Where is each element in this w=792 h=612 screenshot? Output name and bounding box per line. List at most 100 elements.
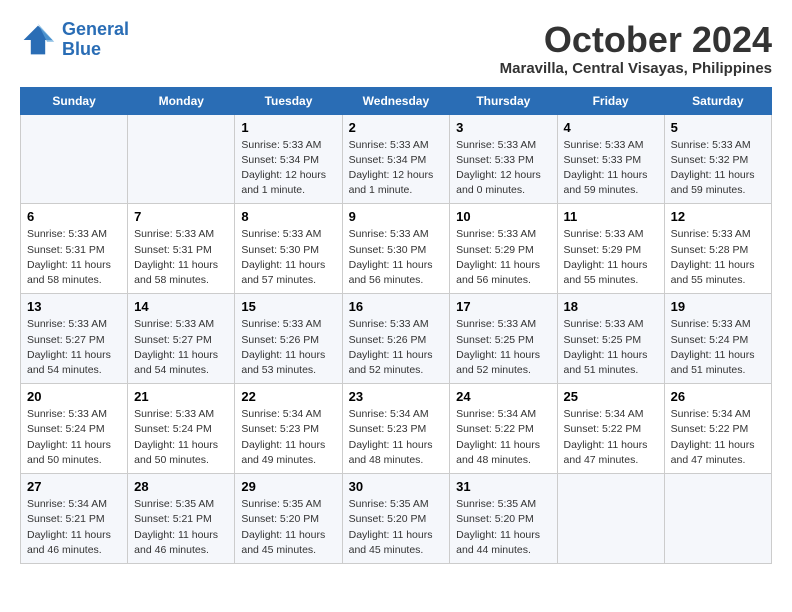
day-info: Sunrise: 5:33 AMSunset: 5:30 PMDaylight:… xyxy=(349,227,444,288)
day-info: Sunrise: 5:34 AMSunset: 5:22 PMDaylight:… xyxy=(671,407,765,468)
calendar-header: Sunday Monday Tuesday Wednesday Thursday… xyxy=(21,87,772,114)
calendar-cell: 27 Sunrise: 5:34 AMSunset: 5:21 PMDayligh… xyxy=(21,474,128,564)
calendar-cell: 31 Sunrise: 5:35 AMSunset: 5:20 PMDayligh… xyxy=(450,474,557,564)
day-number: 15 xyxy=(241,299,335,314)
calendar-cell: 23 Sunrise: 5:34 AMSunset: 5:23 PMDayligh… xyxy=(342,384,450,474)
day-number: 27 xyxy=(27,479,121,494)
day-number: 1 xyxy=(241,120,335,135)
calendar-cell: 20 Sunrise: 5:33 AMSunset: 5:24 PMDayligh… xyxy=(21,384,128,474)
day-info: Sunrise: 5:33 AMSunset: 5:25 PMDaylight:… xyxy=(564,317,658,378)
day-info: Sunrise: 5:33 AMSunset: 5:24 PMDaylight:… xyxy=(27,407,121,468)
calendar-week-2: 6Sunrise: 5:33 AMSunset: 5:31 PMDaylight… xyxy=(21,204,772,294)
logo: General Blue xyxy=(20,20,129,60)
calendar-cell: 13 Sunrise: 5:33 AMSunset: 5:27 PMDayligh… xyxy=(21,294,128,384)
calendar-cell: 1 Sunrise: 5:33 AMSunset: 5:34 PMDaylight… xyxy=(235,114,342,204)
header-wednesday: Wednesday xyxy=(342,87,450,114)
header-row: Sunday Monday Tuesday Wednesday Thursday… xyxy=(21,87,772,114)
day-number: 13 xyxy=(27,299,121,314)
day-number: 2 xyxy=(349,120,444,135)
day-info: Sunrise: 5:33 AMSunset: 5:32 PMDaylight:… xyxy=(671,138,765,199)
calendar-cell: 7 Sunrise: 5:33 AMSunset: 5:31 PMDaylight… xyxy=(128,204,235,294)
calendar-cell xyxy=(128,114,235,204)
day-info: Sunrise: 5:33 AMSunset: 5:27 PMDaylight:… xyxy=(134,317,228,378)
header-saturday: Saturday xyxy=(664,87,771,114)
header-tuesday: Tuesday xyxy=(235,87,342,114)
day-info: Sunrise: 5:33 AMSunset: 5:34 PMDaylight:… xyxy=(241,138,335,199)
day-number: 4 xyxy=(564,120,658,135)
day-number: 20 xyxy=(27,389,121,404)
day-number: 28 xyxy=(134,479,228,494)
calendar-body: 1 Sunrise: 5:33 AMSunset: 5:34 PMDaylight… xyxy=(21,114,772,563)
day-info: Sunrise: 5:33 AMSunset: 5:30 PMDaylight:… xyxy=(241,227,335,288)
day-number: 19 xyxy=(671,299,765,314)
day-number: 22 xyxy=(241,389,335,404)
calendar-cell: 12 Sunrise: 5:33 AMSunset: 5:28 PMDayligh… xyxy=(664,204,771,294)
day-info: Sunrise: 5:35 AMSunset: 5:20 PMDaylight:… xyxy=(241,497,335,558)
day-number: 31 xyxy=(456,479,550,494)
day-number: 29 xyxy=(241,479,335,494)
day-info: Sunrise: 5:34 AMSunset: 5:22 PMDaylight:… xyxy=(564,407,658,468)
calendar-cell: 30Sunrise: 5:35 AMSunset: 5:20 PMDayligh… xyxy=(342,474,450,564)
day-info: Sunrise: 5:34 AMSunset: 5:23 PMDaylight:… xyxy=(349,407,444,468)
calendar-cell: 8 Sunrise: 5:33 AMSunset: 5:30 PMDaylight… xyxy=(235,204,342,294)
day-number: 24 xyxy=(456,389,550,404)
day-info: Sunrise: 5:34 AMSunset: 5:22 PMDaylight:… xyxy=(456,407,550,468)
calendar-cell: 4 Sunrise: 5:33 AMSunset: 5:33 PMDaylight… xyxy=(557,114,664,204)
logo-icon xyxy=(20,22,56,58)
day-number: 11 xyxy=(564,209,658,224)
month-title: October 2024 xyxy=(500,20,772,60)
day-number: 8 xyxy=(241,209,335,224)
day-number: 10 xyxy=(456,209,550,224)
calendar-cell: 14 Sunrise: 5:33 AMSunset: 5:27 PMDayligh… xyxy=(128,294,235,384)
logo-line1: General xyxy=(62,19,129,39)
day-number: 21 xyxy=(134,389,228,404)
day-info: Sunrise: 5:33 AMSunset: 5:33 PMDaylight:… xyxy=(456,138,550,199)
day-number: 9 xyxy=(349,209,444,224)
day-info: Sunrise: 5:33 AMSunset: 5:24 PMDaylight:… xyxy=(134,407,228,468)
calendar-cell: 21 Sunrise: 5:33 AMSunset: 5:24 PMDayligh… xyxy=(128,384,235,474)
day-number: 18 xyxy=(564,299,658,314)
calendar-cell xyxy=(664,474,771,564)
calendar-week-3: 13 Sunrise: 5:33 AMSunset: 5:27 PMDayligh… xyxy=(21,294,772,384)
day-info: Sunrise: 5:34 AMSunset: 5:21 PMDaylight:… xyxy=(27,497,121,558)
calendar-cell: 9 Sunrise: 5:33 AMSunset: 5:30 PMDaylight… xyxy=(342,204,450,294)
day-number: 14 xyxy=(134,299,228,314)
day-number: 16 xyxy=(349,299,444,314)
calendar-cell: 15Sunrise: 5:33 AMSunset: 5:26 PMDayligh… xyxy=(235,294,342,384)
day-number: 3 xyxy=(456,120,550,135)
calendar-cell: 11Sunrise: 5:33 AMSunset: 5:29 PMDayligh… xyxy=(557,204,664,294)
day-info: Sunrise: 5:33 AMSunset: 5:31 PMDaylight:… xyxy=(134,227,228,288)
calendar-cell: 24 Sunrise: 5:34 AMSunset: 5:22 PMDayligh… xyxy=(450,384,557,474)
page-header: General Blue October 2024 Maravilla, Cen… xyxy=(20,20,772,77)
calendar-cell xyxy=(21,114,128,204)
day-info: Sunrise: 5:33 AMSunset: 5:28 PMDaylight:… xyxy=(671,227,765,288)
day-number: 23 xyxy=(349,389,444,404)
header-friday: Friday xyxy=(557,87,664,114)
header-monday: Monday xyxy=(128,87,235,114)
day-info: Sunrise: 5:35 AMSunset: 5:20 PMDaylight:… xyxy=(456,497,550,558)
calendar-cell: 25Sunrise: 5:34 AMSunset: 5:22 PMDayligh… xyxy=(557,384,664,474)
calendar-cell xyxy=(557,474,664,564)
calendar-cell: 3 Sunrise: 5:33 AMSunset: 5:33 PMDaylight… xyxy=(450,114,557,204)
day-info: Sunrise: 5:33 AMSunset: 5:31 PMDaylight:… xyxy=(27,227,121,288)
logo-line2: Blue xyxy=(62,39,101,59)
day-info: Sunrise: 5:33 AMSunset: 5:26 PMDaylight:… xyxy=(349,317,444,378)
day-number: 7 xyxy=(134,209,228,224)
day-info: Sunrise: 5:33 AMSunset: 5:24 PMDaylight:… xyxy=(671,317,765,378)
day-info: Sunrise: 5:33 AMSunset: 5:27 PMDaylight:… xyxy=(27,317,121,378)
calendar-table: Sunday Monday Tuesday Wednesday Thursday… xyxy=(20,87,772,564)
calendar-cell: 19 Sunrise: 5:33 AMSunset: 5:24 PMDayligh… xyxy=(664,294,771,384)
calendar-cell: 6Sunrise: 5:33 AMSunset: 5:31 PMDaylight… xyxy=(21,204,128,294)
day-info: Sunrise: 5:35 AMSunset: 5:20 PMDaylight:… xyxy=(349,497,444,558)
day-info: Sunrise: 5:35 AMSunset: 5:21 PMDaylight:… xyxy=(134,497,228,558)
calendar-cell: 28 Sunrise: 5:35 AMSunset: 5:21 PMDayligh… xyxy=(128,474,235,564)
logo-text: General Blue xyxy=(62,20,129,60)
day-info: Sunrise: 5:33 AMSunset: 5:29 PMDaylight:… xyxy=(456,227,550,288)
day-number: 17 xyxy=(456,299,550,314)
day-info: Sunrise: 5:33 AMSunset: 5:25 PMDaylight:… xyxy=(456,317,550,378)
day-info: Sunrise: 5:33 AMSunset: 5:33 PMDaylight:… xyxy=(564,138,658,199)
day-number: 12 xyxy=(671,209,765,224)
calendar-cell: 16 Sunrise: 5:33 AMSunset: 5:26 PMDayligh… xyxy=(342,294,450,384)
header-thursday: Thursday xyxy=(450,87,557,114)
day-number: 5 xyxy=(671,120,765,135)
